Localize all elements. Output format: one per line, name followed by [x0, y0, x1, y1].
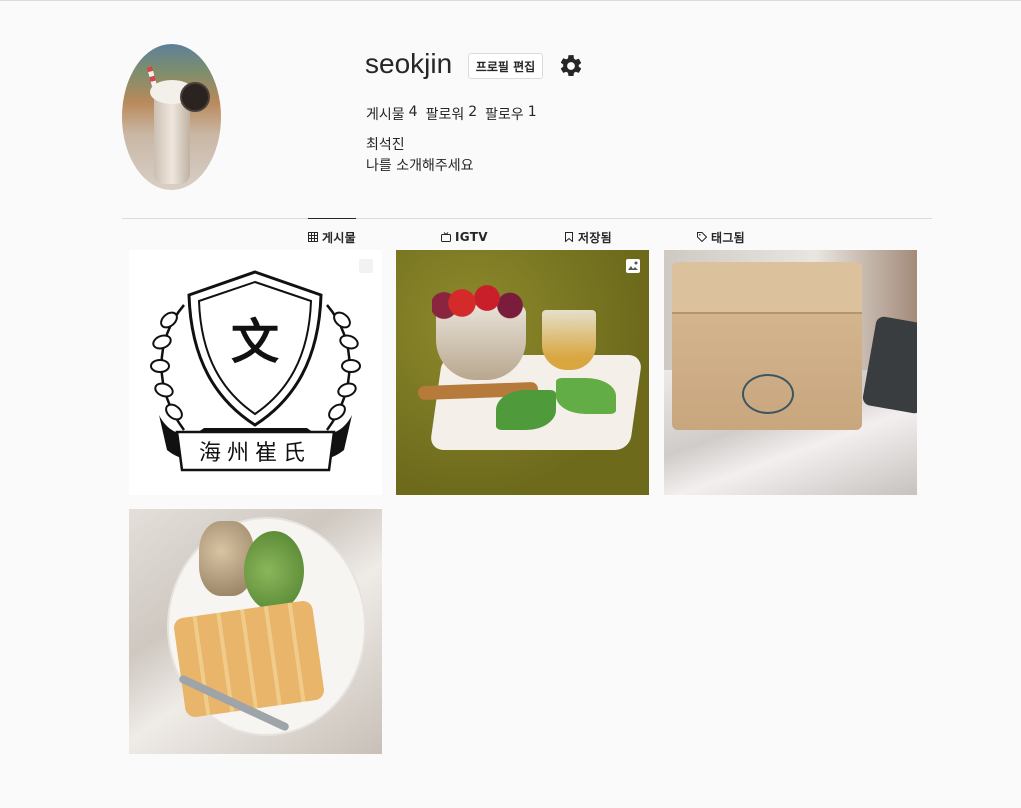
tv-icon — [441, 232, 451, 242]
stat-value: 1 — [527, 104, 537, 120]
bio-text: 나를 소개해주세요 — [366, 158, 474, 174]
username: seokjin — [365, 48, 453, 79]
full-name: 최석진 — [366, 137, 405, 153]
gear-icon[interactable] — [558, 53, 584, 79]
stat-label: 팔로워 — [425, 107, 465, 123]
stat-value: 4 — [408, 104, 418, 120]
stat-label: 팔로우 — [485, 107, 524, 123]
image-icon — [626, 259, 640, 273]
stat-value: 2 — [468, 104, 478, 120]
multiple-images-icon — [359, 259, 373, 273]
emblem-image: 文 海州崔氏 — [150, 270, 361, 472]
emblem-character: 文 — [231, 314, 279, 370]
profile-stats: 게시물 4 팔로워 2 팔로우 1 — [366, 104, 537, 124]
tab-label: 태그됨 — [711, 230, 746, 245]
stat-followers[interactable]: 팔로워 2 — [426, 104, 478, 124]
tab-label: 게시물 — [322, 230, 357, 245]
grid-icon — [308, 232, 318, 242]
post-tile[interactable] — [396, 250, 649, 495]
emblem-caption: 海州崔氏 — [199, 441, 311, 466]
post-tile[interactable] — [129, 509, 382, 754]
tag-icon — [697, 232, 707, 242]
avatar[interactable] — [122, 44, 221, 190]
stat-posts: 게시물 4 — [366, 104, 418, 124]
stat-label: 게시물 — [366, 107, 405, 123]
edit-profile-button[interactable]: 프로필 편집 — [468, 53, 543, 79]
tabs-divider — [122, 218, 932, 219]
post-tile[interactable]: 文 海州崔氏 — [129, 250, 382, 495]
tab-label: IGTV — [455, 230, 488, 244]
bookmark-icon — [565, 232, 573, 242]
tab-label: 저장됨 — [578, 230, 613, 245]
post-tile[interactable] — [664, 250, 917, 495]
stat-following[interactable]: 팔로우 1 — [485, 104, 537, 124]
top-border — [0, 0, 1021, 1]
